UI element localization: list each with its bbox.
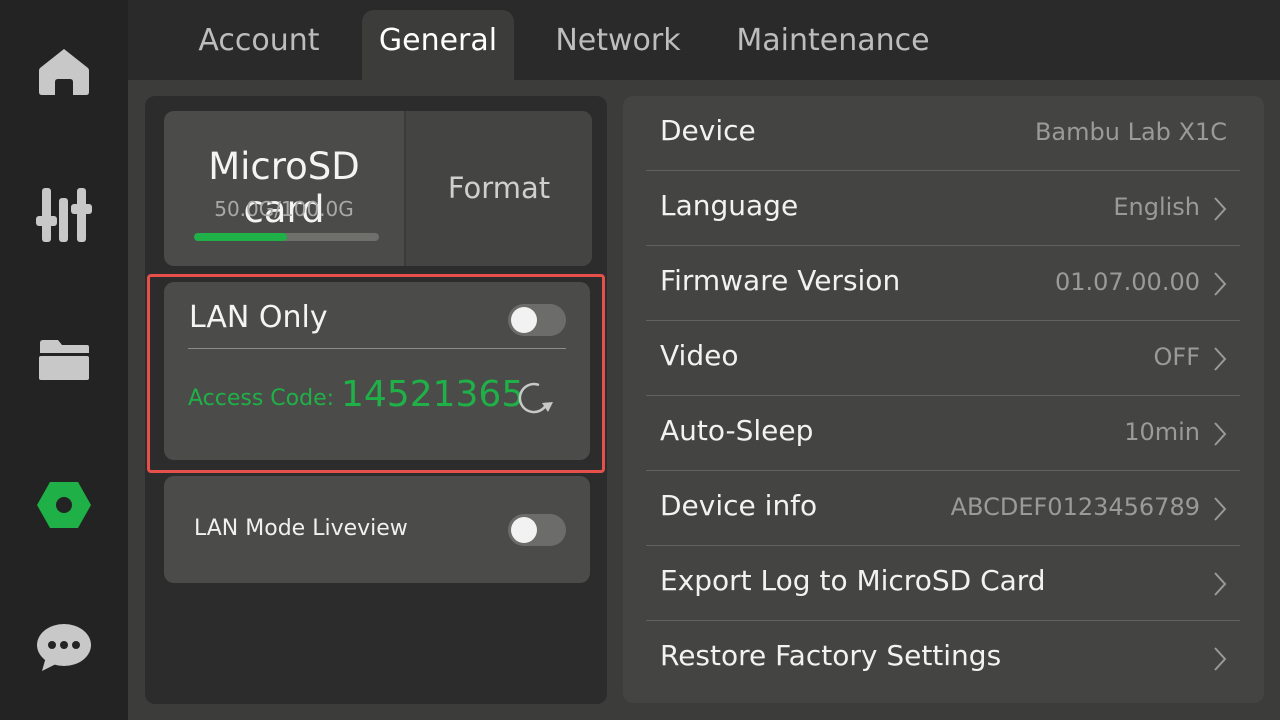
tab-bar: Account General Network Maintenance: [128, 0, 1280, 80]
microsd-usage: 50.0G/100.0G: [214, 197, 354, 221]
row-value: English: [1113, 193, 1200, 221]
row-label: Language: [660, 189, 799, 222]
chevron-right-icon: [1214, 497, 1227, 521]
lan-liveview-card: LAN Mode Liveview: [164, 476, 590, 583]
microsd-info: MicroSD card 50.0G/100.0G: [164, 111, 404, 266]
folder-icon: [39, 340, 89, 380]
storage-progress-bar: [194, 233, 379, 241]
sidebar: [0, 0, 128, 720]
chat-icon: [37, 624, 91, 671]
sliders-icon: [36, 188, 92, 242]
row-label: Restore Factory Settings: [660, 639, 1002, 672]
row-value: ABCDEF0123456789: [950, 493, 1200, 521]
highlight-box: [147, 274, 605, 473]
tab-network[interactable]: Network: [538, 10, 698, 80]
settings-row-export-log[interactable]: Export Log to MicroSD Card: [646, 546, 1240, 621]
settings-row-restore-factory[interactable]: Restore Factory Settings: [646, 621, 1240, 696]
nav-settings[interactable]: [0, 460, 128, 550]
chevron-right-icon: [1214, 422, 1227, 446]
chevron-right-icon: [1214, 347, 1227, 371]
settings-hex-icon: [37, 482, 91, 528]
lan-liveview-toggle[interactable]: [508, 514, 566, 546]
row-label: Device info: [660, 489, 818, 522]
chevron-right-icon: [1214, 647, 1227, 671]
lan-liveview-label: LAN Mode Liveview: [194, 516, 408, 541]
row-label: Device: [660, 114, 756, 147]
nav-files[interactable]: [0, 315, 128, 405]
row-value: Bambu Lab X1C: [1034, 118, 1227, 146]
settings-row-language[interactable]: Language English: [646, 171, 1240, 246]
row-value: OFF: [1153, 343, 1201, 371]
tab-account[interactable]: Account: [180, 10, 338, 80]
row-value: 01.07.00.00: [1054, 268, 1200, 296]
toggle-knob: [511, 517, 537, 543]
home-icon: [39, 49, 89, 95]
row-label: Auto-Sleep: [660, 414, 814, 447]
settings-row-device-info[interactable]: Device info ABCDEF0123456789: [646, 471, 1240, 546]
tab-maintenance[interactable]: Maintenance: [728, 10, 938, 80]
row-label: Export Log to MicroSD Card: [660, 564, 1046, 597]
tab-general[interactable]: General: [362, 10, 514, 80]
chevron-right-icon: [1214, 272, 1227, 296]
nav-home[interactable]: [0, 27, 128, 117]
chevron-right-icon: [1214, 572, 1227, 596]
settings-row-video[interactable]: Video OFF: [646, 321, 1240, 396]
settings-row-device: Device Bambu Lab X1C: [646, 96, 1240, 171]
row-label: Firmware Version: [660, 264, 901, 297]
microsd-card: MicroSD card 50.0G/100.0G Format: [164, 111, 592, 266]
nav-controls[interactable]: [0, 170, 128, 260]
format-button[interactable]: Format: [404, 111, 592, 266]
nav-messages[interactable]: [0, 603, 128, 693]
row-value: 10min: [1124, 418, 1200, 446]
storage-progress-fill: [194, 233, 287, 241]
row-label: Video: [660, 339, 739, 372]
settings-row-auto-sleep[interactable]: Auto-Sleep 10min: [646, 396, 1240, 471]
settings-row-firmware[interactable]: Firmware Version 01.07.00.00: [646, 246, 1240, 321]
chevron-right-icon: [1214, 197, 1227, 221]
